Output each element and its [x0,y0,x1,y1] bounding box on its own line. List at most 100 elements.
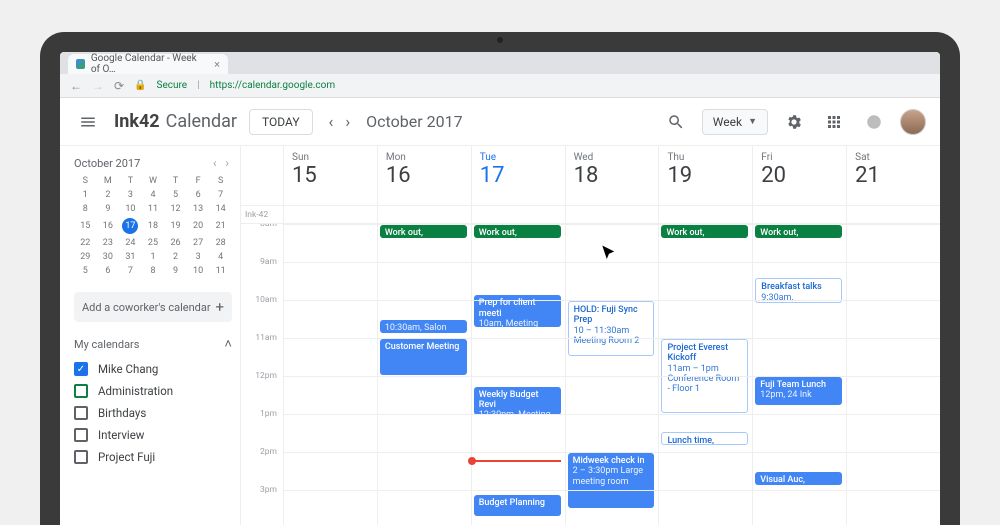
calendar-event[interactable]: Work out,8am [474,225,561,238]
minical-day[interactable]: 5 [74,264,97,278]
day-column-header[interactable]: Fri20 [752,146,846,205]
calendar-event[interactable]: Fuji Team Lunch12pm, 24 Ink [755,377,842,405]
calendar-event[interactable]: Weekly Budget Revi12:30pm, Meeting Ro [474,387,561,415]
time-grid[interactable]: 8am9am10am11am12pm1pm2pm3pm Work out,8am… [241,224,940,525]
day-column[interactable]: HOLD: Fuji Sync Prep10 – 11:30am Meeting… [565,224,659,525]
tab-close-icon[interactable]: × [214,58,220,71]
minical-day[interactable]: 14 [209,202,232,216]
minical-day[interactable]: 28 [209,236,232,250]
calendar-toggle[interactable]: Administration [74,380,232,402]
minical-day[interactable]: 24 [119,236,142,250]
calendar-event[interactable]: Visual Auc,2:30pm [755,472,842,485]
minical-day[interactable]: 12 [164,202,187,216]
minical-day[interactable]: 17 [119,216,142,236]
minical-day[interactable]: 1 [142,250,165,264]
calendar-toggle[interactable]: Interview [74,424,232,446]
minical-day[interactable]: 2 [164,250,187,264]
minical-day[interactable]: 4 [209,250,232,264]
minical-day[interactable]: 3 [187,250,210,264]
day-column-header[interactable]: Wed18 [565,146,659,205]
minical-day[interactable]: 3 [119,188,142,202]
calendar-event[interactable]: HOLD: Fuji Sync Prep10 – 11:30am Meeting… [568,301,655,356]
settings-gear-icon[interactable] [780,108,808,136]
checkbox-icon[interactable] [74,428,88,442]
minical-day[interactable]: 19 [164,216,187,236]
day-column-header[interactable]: Sat21 [846,146,940,205]
minical-day[interactable]: 21 [209,216,232,236]
minical-day[interactable]: 27 [187,236,210,250]
minical-day[interactable]: 7 [119,264,142,278]
apps-grid-icon[interactable] [820,108,848,136]
minical-day[interactable]: 13 [187,202,210,216]
minical-day[interactable]: 4 [142,188,165,202]
address-url[interactable]: https://calendar.google.com [210,80,336,91]
user-avatar[interactable] [900,109,926,135]
day-column[interactable]: Work out,8amProject Everest Kickoff11am … [658,224,752,525]
minical-prev-icon[interactable]: ‹ [210,156,220,170]
day-column-header[interactable]: Sun15 [283,146,377,205]
day-column[interactable] [846,224,940,525]
day-column[interactable] [283,224,377,525]
day-column-header[interactable]: Thu19 [658,146,752,205]
minical-day[interactable]: 11 [209,264,232,278]
minical-day[interactable]: 20 [187,216,210,236]
calendar-event[interactable]: Midweek check in2 – 3:30pm Large meeting… [568,453,655,508]
calendar-event[interactable]: Budget Planning [474,495,561,516]
minical-day[interactable]: 2 [97,188,120,202]
day-column[interactable]: Work out,8amPrep for client meeti10am, M… [471,224,565,525]
checkbox-icon[interactable] [74,362,88,376]
today-button[interactable]: TODAY [249,109,313,135]
calendar-toggle[interactable]: Mike Chang [74,358,232,380]
minical-day[interactable]: 29 [74,250,97,264]
minical-day[interactable]: 5 [164,188,187,202]
minical-day[interactable]: 25 [142,236,165,250]
calendar-event[interactable]: Customer Meeting [380,339,467,375]
view-selector[interactable]: Week ▼ [702,109,768,135]
plus-icon[interactable]: + [215,298,224,316]
calendar-event[interactable]: Work out,8am [661,225,748,238]
checkbox-icon[interactable] [74,450,88,464]
calendar-event[interactable]: Lunch time,1:30pm [661,432,748,445]
minical-day[interactable]: 15 [74,216,97,236]
minical-day[interactable]: 11 [142,202,165,216]
nav-forward-icon[interactable]: → [92,79,104,93]
minical-day[interactable]: 18 [142,216,165,236]
minical-day[interactable]: 16 [97,216,120,236]
nav-reload-icon[interactable]: ⟳ [114,79,124,93]
minical-day[interactable]: 6 [187,188,210,202]
minical-day[interactable]: 7 [209,188,232,202]
mini-calendar[interactable]: SMTWTFS 12345678910111213141516171819202… [74,174,232,278]
minical-day[interactable]: 8 [142,264,165,278]
minical-day[interactable]: 1 [74,188,97,202]
calendar-toggle[interactable]: Project Fuji [74,446,232,468]
calendar-event[interactable]: Work out,8am [380,225,467,238]
minical-day[interactable]: 26 [164,236,187,250]
hamburger-menu-icon[interactable] [74,108,102,136]
minical-day[interactable]: 30 [97,250,120,264]
prev-week-icon[interactable]: ‹ [325,108,338,135]
checkbox-icon[interactable] [74,406,88,420]
day-column[interactable]: Work out,8amBreakfast talks9:30am, Audit… [752,224,846,525]
minical-day[interactable]: 31 [119,250,142,264]
minical-next-icon[interactable]: › [222,156,232,170]
minical-day[interactable]: 22 [74,236,97,250]
day-column-header[interactable]: Mon16 [377,146,471,205]
browser-tab[interactable]: Google Calendar - Week of O… × [68,54,228,74]
minical-day[interactable]: 10 [119,202,142,216]
minical-day[interactable]: 10 [187,264,210,278]
nav-back-icon[interactable]: ← [70,79,82,93]
day-column-header[interactable]: Tue17 [471,146,565,205]
calendar-toggle[interactable]: Birthdays [74,402,232,424]
calendar-event[interactable]: Work out,8am [755,225,842,238]
next-week-icon[interactable]: › [341,108,354,135]
minical-day[interactable]: 23 [97,236,120,250]
minical-day[interactable]: 9 [97,202,120,216]
calendar-event[interactable]: 10:30am, Salon coffe [380,320,467,333]
search-icon[interactable] [662,108,690,136]
day-column[interactable]: Work out,8am 10:30am, Salon coffe Customer… [377,224,471,525]
checkbox-icon[interactable] [74,384,88,398]
my-calendars-header[interactable]: My calendars ˄ [74,336,232,352]
minical-day[interactable]: 9 [164,264,187,278]
add-coworker-input[interactable]: Add a coworker's calendar + [74,292,232,322]
notifications-bell-icon[interactable] [860,108,888,136]
